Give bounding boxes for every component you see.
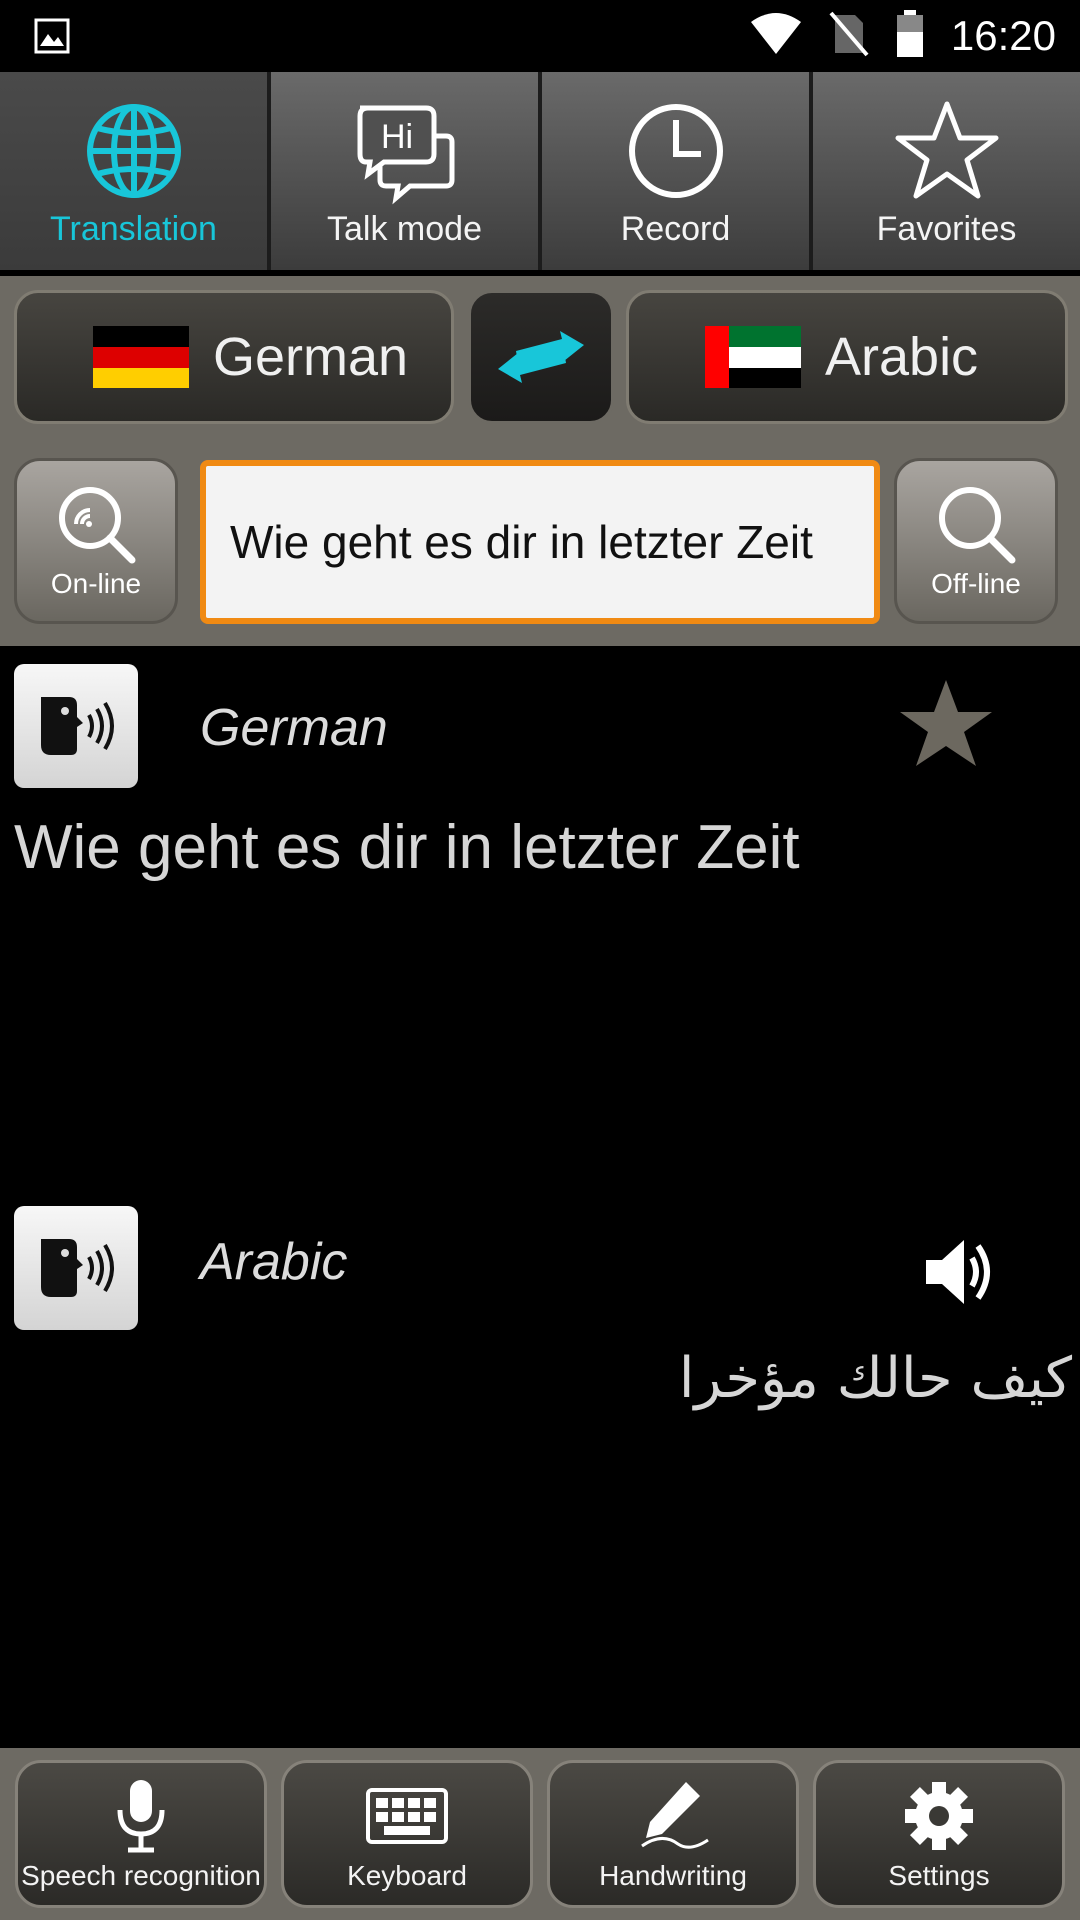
target-language-heading: Arabic [200, 1233, 348, 1291]
top-tabs: Translation Hi Talk mode Record Favorite… [0, 72, 1080, 270]
tab-translation[interactable]: Translation [0, 72, 271, 270]
favorite-star-icon[interactable] [896, 676, 996, 772]
source-language-heading: German [200, 699, 388, 757]
tab-label: Favorites [876, 210, 1017, 248]
speech-recognition-button[interactable]: Speech recognition [15, 1760, 267, 1908]
target-language-button[interactable]: Arabic [626, 290, 1068, 424]
battery-icon [895, 10, 925, 62]
tab-label: Talk mode [327, 210, 482, 248]
tab-talk-mode[interactable]: Hi Talk mode [271, 72, 542, 270]
tool-label: Keyboard [347, 1860, 467, 1891]
wifi-icon [749, 12, 803, 60]
chat-bubbles-icon: Hi [357, 105, 454, 205]
source-text: Wie geht es dir in letzter Zeit [14, 813, 800, 882]
source-language-button[interactable]: German [14, 290, 454, 424]
target-text: كيف حالك مؤخرا [678, 1346, 1072, 1411]
keyboard-icon [366, 1788, 448, 1844]
tab-record[interactable]: Record [542, 72, 813, 270]
online-label: On-line [50, 568, 142, 599]
image-icon [34, 18, 70, 58]
online-search-icon [59, 487, 136, 564]
speaking-head-icon [41, 697, 114, 755]
settings-button[interactable]: Settings [813, 1760, 1065, 1908]
swap-arrows-icon [498, 331, 584, 383]
clock-icon [628, 104, 723, 198]
speak-source-button[interactable] [14, 664, 138, 788]
offline-label: Off-line [931, 568, 1021, 599]
tab-favorites[interactable]: Favorites [813, 72, 1080, 270]
globe-icon [86, 104, 181, 198]
target-language-label: Arabic [825, 327, 979, 387]
search-icon [939, 487, 1016, 564]
clock: 16:20 [950, 12, 1056, 59]
svg-text:Hi: Hi [380, 118, 412, 156]
swap-languages-button[interactable] [468, 290, 614, 424]
tool-label: Speech recognition [21, 1860, 261, 1891]
speaking-head-icon [41, 1239, 114, 1297]
search-input[interactable] [200, 460, 880, 624]
star-outline-icon [895, 101, 998, 199]
speaker-icon[interactable] [920, 1232, 1006, 1312]
germany-flag-icon [93, 326, 189, 388]
tab-label: Translation [50, 210, 217, 248]
tool-label: Handwriting [599, 1860, 747, 1891]
no-sim-icon [829, 11, 869, 61]
online-search-button[interactable]: On-line [14, 458, 178, 624]
tab-label: Record [620, 210, 731, 248]
search-row: On-line Off-line [0, 436, 1080, 646]
keyboard-button[interactable]: Keyboard [281, 1760, 533, 1908]
uae-flag-icon [705, 326, 801, 388]
tool-label: Settings [888, 1860, 990, 1891]
microphone-icon [117, 1780, 165, 1853]
gear-icon [905, 1782, 973, 1850]
source-language-label: German [213, 327, 409, 387]
pen-icon [641, 1782, 709, 1849]
speak-target-button[interactable] [14, 1206, 138, 1330]
translation-result: German Wie geht es dir in letzter Zeit A… [0, 646, 1080, 1748]
status-bar: 16:20 [0, 0, 1080, 72]
offline-search-button[interactable]: Off-line [894, 458, 1058, 624]
handwriting-button[interactable]: Handwriting [547, 1760, 799, 1908]
language-bar: German Arabic [0, 276, 1080, 436]
bottom-toolbar: Speech recognition Keyboard Handwriting [0, 1748, 1080, 1920]
